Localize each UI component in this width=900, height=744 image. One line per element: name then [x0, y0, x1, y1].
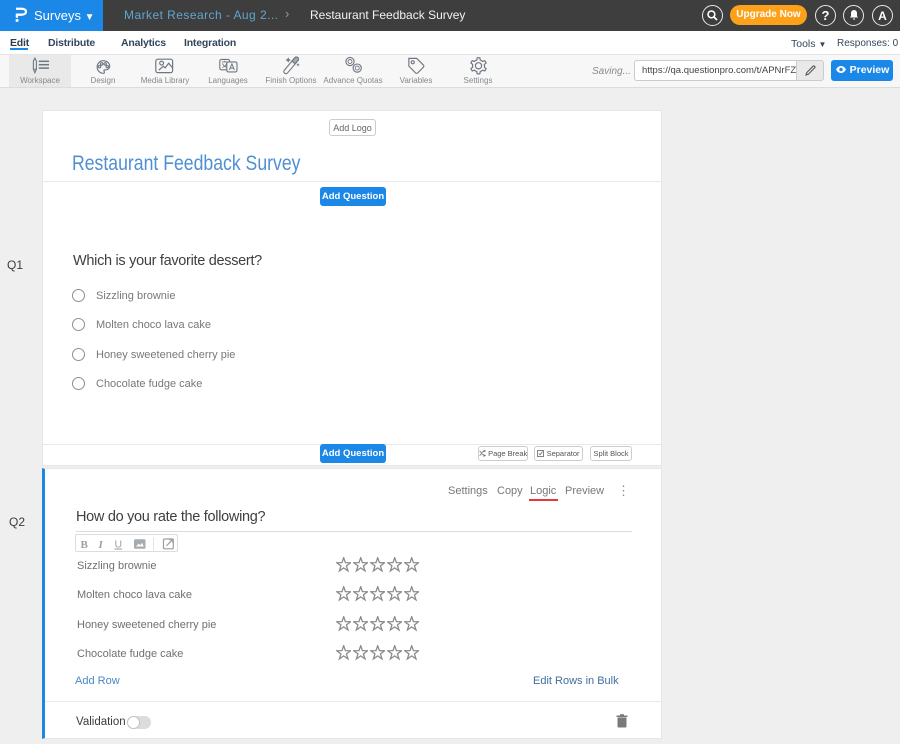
svg-text:I: I: [98, 539, 104, 551]
svg-text:U: U: [115, 538, 123, 550]
svg-text:B: B: [81, 539, 89, 551]
